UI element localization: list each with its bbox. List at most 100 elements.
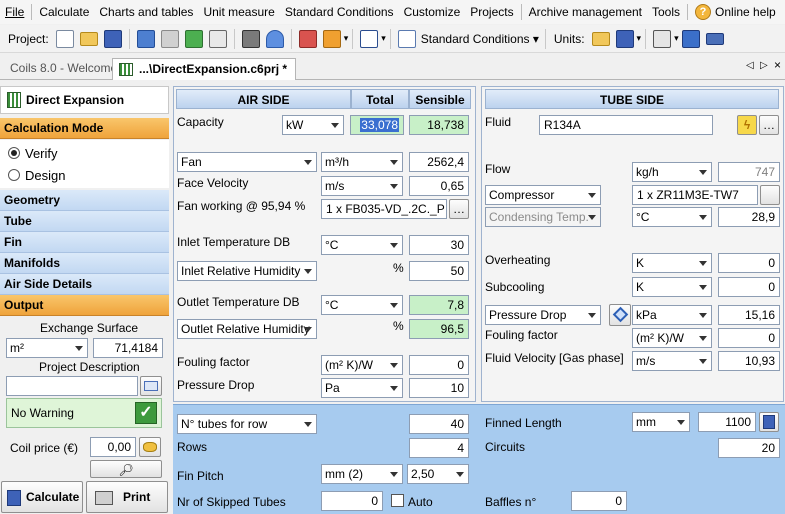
menu-charts[interactable]: Charts and tables [94,1,198,23]
air-fouling-unit-select[interactable]: (m² K)/W [321,355,403,375]
overheating-unit-select[interactable]: K [632,253,712,273]
exchange-unit-select[interactable]: m² [6,338,88,358]
chevron-down-icon[interactable]: ▾ [344,33,349,44]
menu-file[interactable]: File [0,1,29,23]
fluid-browse-button[interactable]: … [759,115,779,135]
calculator-icon[interactable] [136,29,155,48]
coil-price-value[interactable]: 0,00 [90,437,136,457]
inlet-db-value[interactable]: 30 [409,235,469,255]
sidebar-item-tube[interactable]: Tube [0,211,169,232]
inlet-db-unit-select[interactable]: °C [321,235,403,255]
air-pressure-value[interactable]: 10 [409,378,469,398]
open-folder-icon[interactable] [591,31,610,46]
standard-conditions-dropdown[interactable]: Standard Conditions ▾ [419,32,541,46]
tab-project[interactable]: ...\DirectExpansion.c6prj * [112,58,297,80]
condensing-temp-select[interactable]: Condensing Temp. [485,207,601,227]
tube-pressure-unit-select[interactable]: kPa [632,305,712,325]
air-fouling-value[interactable]: 0 [409,355,469,375]
fluid-lightning-button[interactable]: ϟ [737,115,757,135]
fan-flow-value[interactable]: 2562,4 [409,152,469,172]
menu-calculate[interactable]: Calculate [34,1,94,23]
sidebar-item-air-side-details[interactable]: Air Side Details [0,274,169,295]
sidebar-item-output[interactable]: Output [0,295,169,316]
auto-checkbox[interactable] [391,494,404,507]
subcooling-value[interactable]: 0 [718,277,780,297]
fin-pitch-unit-select[interactable]: mm (2) [321,464,403,484]
print-button[interactable]: Print [86,481,168,513]
stack-icon[interactable] [241,29,260,48]
tab-scroll-left-icon[interactable]: ◁ [746,60,754,71]
design-radio[interactable] [8,169,20,181]
menu-online-help[interactable]: ? Online help [690,1,781,23]
subcooling-unit-select[interactable]: K [632,277,712,297]
print-icon[interactable] [160,29,179,48]
open-folder-icon[interactable] [79,31,98,46]
outlet-rh-select[interactable]: Outlet Relative Humidity [177,319,317,339]
butterfly-icon[interactable] [265,29,284,48]
tab-close-icon[interactable]: × [774,58,781,72]
outlet-db-unit-select[interactable]: °C [321,295,403,315]
tubes-per-row-select[interactable]: N° tubes for row [177,414,317,434]
rows-value[interactable]: 4 [409,438,469,458]
edit-icon[interactable] [681,29,700,48]
bar-chart-icon[interactable] [322,29,341,48]
menu-customize[interactable]: Customize [399,1,466,23]
inlet-rh-select[interactable]: Inlet Relative Humidity [177,261,317,281]
car-icon[interactable] [705,32,724,45]
inlet-rh-value[interactable]: 50 [409,261,469,281]
verify-radio[interactable] [8,147,20,159]
fin-pitch-value-select[interactable]: 2,50 [407,464,469,484]
search-button[interactable]: 🔎︎ [90,460,162,478]
conditions-icon[interactable] [397,29,416,48]
tube-fouling-unit-select[interactable]: (m² K)/W [632,328,712,348]
design-label[interactable]: Design [25,168,65,183]
chart-icon[interactable] [184,29,203,48]
menu-tools[interactable]: Tools [647,1,685,23]
menu-unit-measure[interactable]: Unit measure [198,1,279,23]
tab-welcome[interactable]: Coils 8.0 - Welcome! [2,58,128,80]
pressure-info-button[interactable] [609,304,631,326]
finned-length-calc-button[interactable] [759,412,779,432]
baffles-value[interactable]: 0 [571,491,627,511]
tab-scroll-right-icon[interactable]: ▷ [760,60,768,71]
tube-fouling-value[interactable]: 0 [718,328,780,348]
capacity-unit-select[interactable]: kW [282,115,344,135]
calculate-button[interactable]: Calculate [1,481,83,513]
chevron-down-icon[interactable]: ▾ [674,33,679,44]
menu-projects[interactable]: Projects [465,1,518,23]
verify-label[interactable]: Verify [25,146,58,161]
new-document-icon[interactable] [55,29,74,48]
finned-length-value[interactable]: 1100 [698,412,756,432]
sidebar-item-manifolds[interactable]: Manifolds [0,253,169,274]
sidebar-item-fin[interactable]: Fin [0,232,169,253]
air-pressure-unit-select[interactable]: Pa [321,378,403,398]
overheating-value[interactable]: 0 [718,253,780,273]
calculation-mode-header[interactable]: Calculation Mode [0,118,169,139]
condensing-unit-select[interactable]: °C [632,207,712,227]
menu-standard-conditions[interactable]: Standard Conditions [280,1,399,23]
price-settings-button[interactable] [139,437,161,457]
fan-unit-select[interactable]: m³/h [321,152,403,172]
finned-length-unit-select[interactable]: mm [632,412,690,432]
chevron-down-icon[interactable]: ▾ [381,33,386,44]
save-icon[interactable] [103,29,122,48]
compressor-select[interactable]: Compressor [485,185,601,205]
project-description-input[interactable] [6,376,138,396]
tubes-per-row-value[interactable]: 40 [409,414,469,434]
tools-icon[interactable] [298,29,317,48]
skipped-tubes-value[interactable]: 0 [321,491,383,511]
line-chart-icon[interactable] [360,29,379,48]
export-icon[interactable] [208,29,227,48]
circuits-value[interactable]: 20 [718,438,780,458]
tube-pressure-select[interactable]: Pressure Drop [485,305,601,325]
menu-archive[interactable]: Archive management [524,1,647,23]
currency-icon[interactable] [653,29,672,48]
fluid-velocity-unit-select[interactable]: m/s [632,351,712,371]
face-velocity-unit-select[interactable]: m/s [321,176,403,196]
sidebar-item-geometry[interactable]: Geometry [0,190,169,211]
chevron-down-icon[interactable]: ▾ [637,33,642,44]
description-edit-button[interactable] [140,376,162,396]
condensing-value[interactable]: 28,9 [718,207,780,227]
flow-unit-select[interactable]: kg/h [632,162,712,182]
compressor-browse-button[interactable] [760,185,780,205]
